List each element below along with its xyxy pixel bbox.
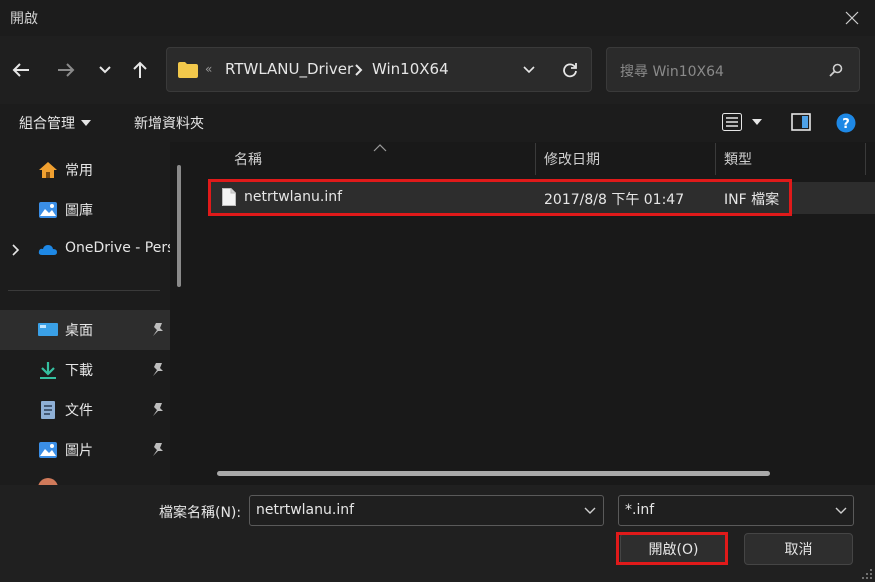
- nav-label: 文件: [65, 403, 93, 419]
- up-button[interactable]: [125, 55, 155, 85]
- column-divider[interactable]: [715, 143, 716, 175]
- organize-menu[interactable]: 組合管理: [19, 113, 91, 133]
- search-icon: [829, 63, 843, 77]
- pin-icon[interactable]: [152, 403, 164, 417]
- nav-scrollbar[interactable]: [177, 165, 181, 287]
- home-icon: [39, 162, 57, 178]
- nav-label: 常用: [65, 163, 93, 179]
- column-header-type[interactable]: 類型: [724, 149, 752, 169]
- onedrive-icon: [38, 245, 57, 255]
- close-icon: [845, 11, 859, 25]
- breadcrumb-rtwlanu-driver[interactable]: RTWLANU_Driver: [225, 60, 353, 78]
- nav-label: 下載: [65, 363, 93, 379]
- document-icon: [41, 401, 55, 419]
- column-divider[interactable]: [535, 143, 536, 175]
- close-button[interactable]: [829, 0, 875, 36]
- window-title: 開啟: [10, 11, 38, 27]
- nav-item-documents[interactable]: 文件: [0, 390, 170, 430]
- download-icon: [40, 362, 56, 379]
- column-header-modified[interactable]: 修改日期: [544, 149, 600, 169]
- nav-label: OneDrive - Pers: [65, 240, 170, 256]
- preview-pane-button[interactable]: [791, 113, 811, 135]
- chevron-down-icon[interactable]: [584, 507, 596, 515]
- gallery-icon: [39, 202, 57, 218]
- cancel-button[interactable]: 取消: [744, 533, 853, 565]
- caret-down-icon: [81, 120, 91, 126]
- filename-input[interactable]: netrtwlanu.inf: [249, 495, 604, 526]
- nav-label: 桌面: [65, 323, 93, 339]
- new-folder-button[interactable]: 新增資料夾: [134, 113, 204, 133]
- address-dropdown[interactable]: [519, 60, 539, 80]
- nav-item-onedrive[interactable]: OneDrive - Pers: [0, 230, 170, 270]
- svg-text:?: ?: [842, 117, 850, 132]
- nav-item-desktop[interactable]: 桌面: [0, 310, 170, 350]
- filename-label: 檔案名稱(N):: [159, 505, 242, 521]
- nav-label: 圖庫: [65, 203, 93, 219]
- music-icon: [38, 478, 58, 485]
- organize-label: 組合管理: [19, 116, 75, 132]
- address-overflow[interactable]: «: [205, 62, 212, 76]
- pin-icon[interactable]: [152, 363, 164, 377]
- pictures-icon: [39, 442, 57, 458]
- search-placeholder: 搜尋 Win10X64: [620, 64, 724, 80]
- desktop-icon: [38, 323, 58, 336]
- title-bar: 開啟: [0, 0, 875, 36]
- resize-grip-icon[interactable]: [861, 568, 873, 580]
- chevron-down-icon: [835, 507, 847, 514]
- preview-pane-icon: [791, 113, 811, 131]
- refresh-icon: [563, 63, 577, 78]
- arrow-right-icon: [58, 63, 75, 77]
- navigation-pane: 常用 圖庫 OneDrive - Pers 桌面 下載 文件 圖片: [0, 142, 170, 485]
- refresh-button[interactable]: [559, 59, 581, 81]
- highlight-box: [208, 179, 792, 216]
- sort-ascending-icon: [373, 144, 387, 152]
- highlight-box: [616, 532, 728, 565]
- column-divider[interactable]: [865, 143, 866, 175]
- help-icon: ?: [836, 113, 856, 133]
- recent-locations-button[interactable]: [90, 55, 120, 85]
- caret-down-icon: [752, 119, 762, 125]
- pin-icon[interactable]: [152, 443, 164, 457]
- nav-item-pictures[interactable]: 圖片: [0, 430, 170, 470]
- chevron-right-icon: [355, 64, 363, 76]
- nav-item-gallery[interactable]: 圖庫: [0, 190, 170, 230]
- address-bar[interactable]: « RTWLANU_Driver Win10X64: [166, 47, 592, 92]
- search-input[interactable]: 搜尋 Win10X64: [606, 47, 860, 92]
- list-view-icon: [722, 113, 742, 131]
- column-header-name[interactable]: 名稱: [234, 149, 262, 169]
- breadcrumb-win10x64[interactable]: Win10X64: [372, 60, 449, 78]
- folder-icon: [178, 62, 198, 78]
- filetype-value: *.inf: [625, 502, 655, 518]
- nav-label: 圖片: [65, 443, 93, 459]
- help-button[interactable]: ?: [836, 113, 856, 137]
- chevron-down-icon: [523, 66, 535, 74]
- view-options-button[interactable]: [722, 113, 762, 131]
- arrow-left-icon: [12, 63, 29, 77]
- nav-item-downloads[interactable]: 下載: [0, 350, 170, 390]
- nav-item-home[interactable]: 常用: [0, 150, 170, 190]
- forward-button[interactable]: [51, 55, 81, 85]
- filename-value: netrtwlanu.inf: [256, 502, 355, 518]
- arrow-up-icon: [133, 61, 147, 78]
- filetype-select[interactable]: *.inf: [618, 495, 854, 526]
- horizontal-scrollbar[interactable]: [217, 471, 770, 476]
- chevron-right-icon[interactable]: [12, 244, 20, 256]
- nav-divider: [8, 290, 160, 291]
- chevron-down-icon: [99, 66, 111, 74]
- pin-icon[interactable]: [152, 323, 164, 337]
- back-button[interactable]: [6, 55, 36, 85]
